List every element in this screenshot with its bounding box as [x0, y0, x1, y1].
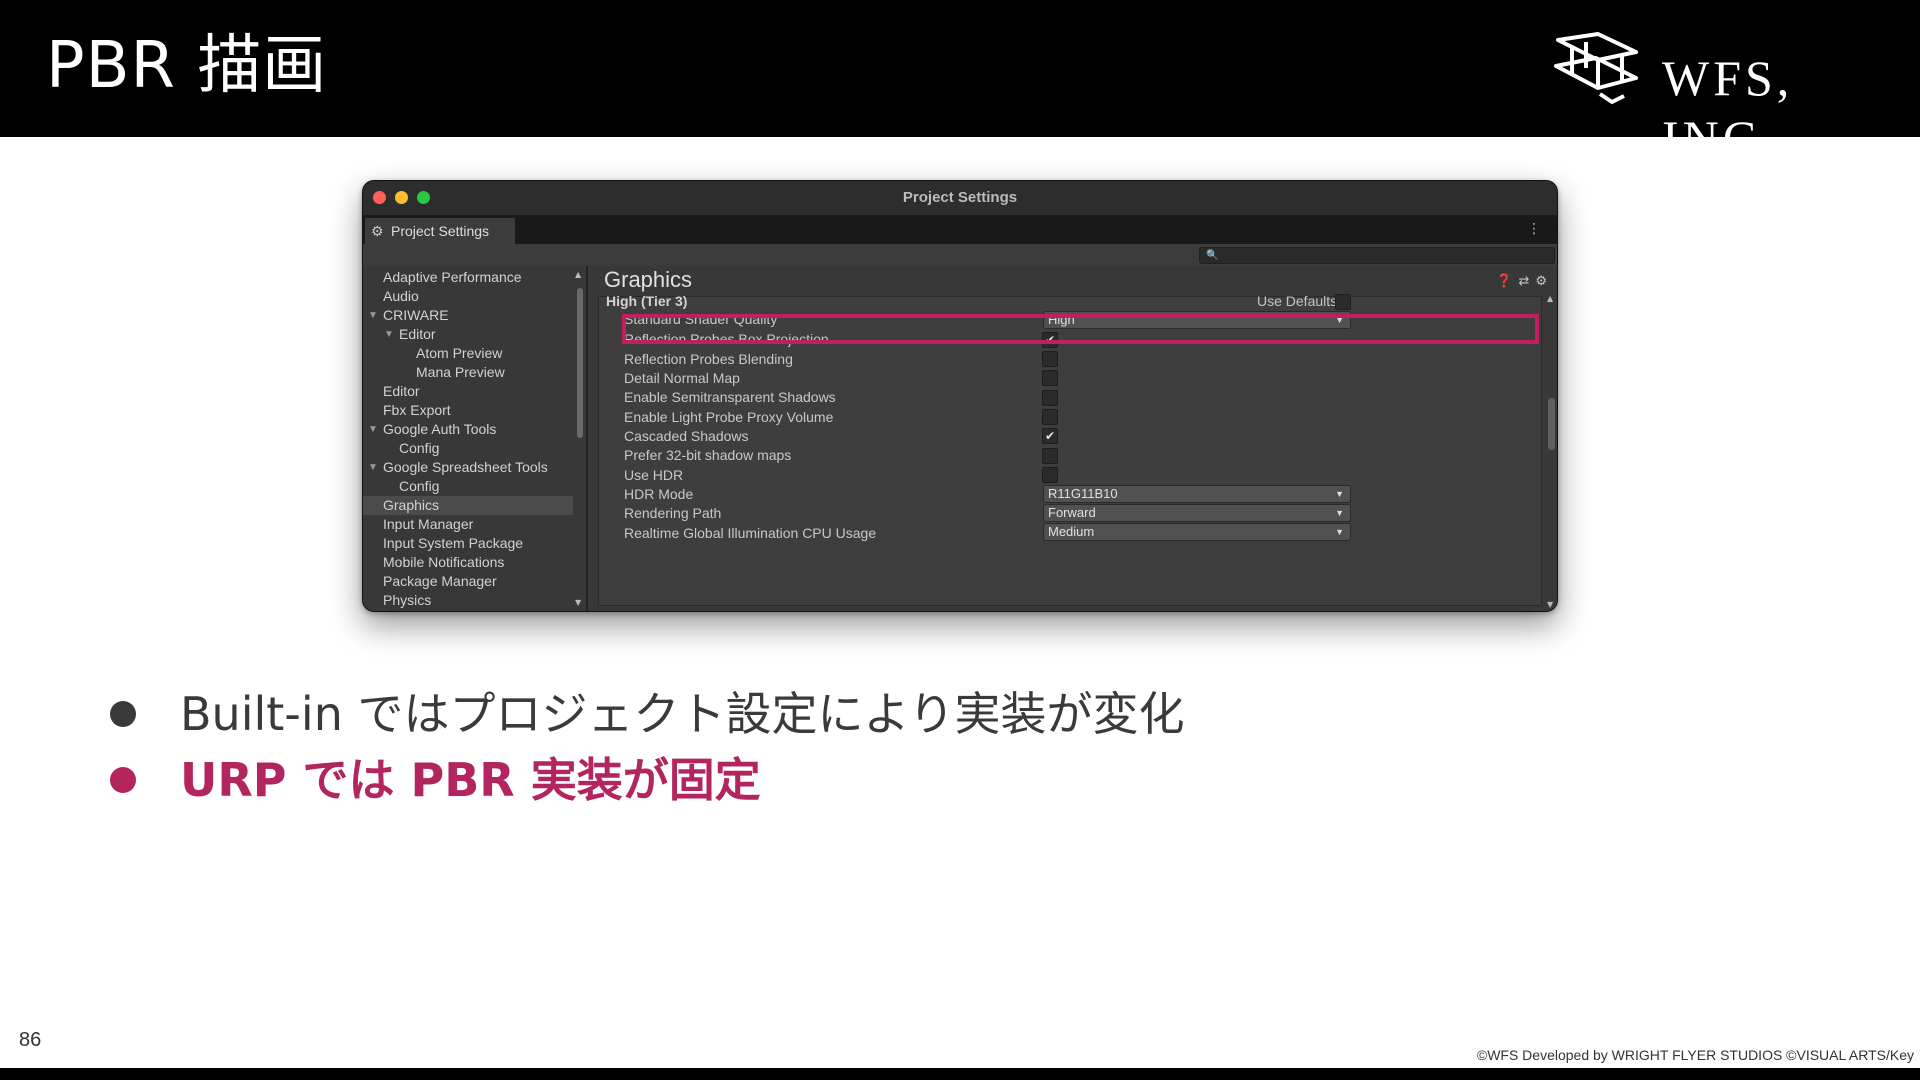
setting-label: Detail Normal Map	[624, 370, 740, 386]
window-title: Project Settings	[902, 189, 1018, 206]
tab-bar: ⚙ Project Settings	[363, 216, 1557, 244]
expand-arrow-icon[interactable]: ▼	[368, 458, 378, 477]
biplane-logo-icon	[1554, 32, 1638, 104]
sidebar-item-graphics[interactable]: Graphics	[363, 496, 573, 515]
sidebar-item-mobile-notifications[interactable]: Mobile Notifications	[363, 553, 573, 572]
settings-sidebar: Adaptive Performance Audio ▼ CRIWARE ▼ Edi…	[363, 266, 573, 611]
bullet-dot-icon	[110, 766, 136, 793]
expand-arrow-icon[interactable]: ▼	[368, 306, 378, 325]
setting-label: Enable Semitransparent Shadows	[624, 389, 836, 405]
tab-label: Project Settings	[391, 223, 490, 239]
tab-project-settings[interactable]: ⚙ Project Settings	[365, 218, 515, 244]
sidebar-item-editor[interactable]: Editor	[363, 382, 573, 401]
scroll-up-arrow-icon[interactable]: ▲	[1547, 294, 1553, 303]
realtime-gi-cpu-usage-dropdown[interactable]: Medium ▼	[1043, 523, 1351, 541]
gear-icon: ⚙	[371, 223, 384, 239]
preset-icon[interactable]: ⇄	[1518, 274, 1529, 289]
sidebar-scroll-thumb[interactable]	[577, 288, 583, 438]
sidebar-scrollbar[interactable]: ▲ ▼	[574, 270, 584, 607]
sidebar-item-google-spreadsheet-tools[interactable]: ▼ Google Spreadsheet Tools	[363, 458, 573, 477]
light-probe-proxy-volume-checkbox[interactable]	[1042, 409, 1058, 425]
footer-bar	[0, 1068, 1920, 1080]
sidebar-item-physics[interactable]: Physics	[363, 591, 573, 610]
sidebar-item-atom-preview[interactable]: Atom Preview	[363, 344, 573, 363]
expand-arrow-icon[interactable]: ▼	[368, 420, 378, 439]
content-scroll-thumb[interactable]	[1548, 398, 1555, 450]
detail-normal-map-checkbox[interactable]	[1042, 370, 1058, 386]
setting-label: HDR Mode	[624, 486, 694, 502]
sidebar-item-input-manager[interactable]: Input Manager	[363, 515, 573, 534]
rendering-path-dropdown[interactable]: Forward ▼	[1043, 504, 1351, 522]
scroll-down-arrow-icon[interactable]: ▼	[1547, 600, 1553, 609]
setting-label: Rendering Path	[624, 505, 722, 521]
use-defaults-label: Use Defaults	[1257, 293, 1338, 309]
dropdown-arrow-icon: ▼	[1335, 489, 1344, 499]
page-number: 86	[19, 1029, 42, 1051]
expand-arrow-icon[interactable]: ▼	[384, 325, 394, 344]
tier-label: High (Tier 3)	[606, 293, 688, 309]
copyright-notice: ©WFS Developed by WRIGHT FLYER STUDIOS ©…	[1476, 1047, 1914, 1063]
settings-gear-icon[interactable]: ⚙	[1535, 274, 1547, 289]
use-hdr-checkbox[interactable]	[1042, 467, 1058, 483]
dropdown-arrow-icon: ▼	[1335, 527, 1344, 537]
hdr-mode-dropdown[interactable]: R11G11B10 ▼	[1043, 485, 1351, 503]
cascaded-shadows-checkbox[interactable]: ✔	[1042, 428, 1058, 444]
more-options-icon[interactable]: ⋮	[1527, 220, 1541, 238]
setting-label: Realtime Global Illumination CPU Usage	[624, 525, 877, 541]
search-icon: 🔍	[1206, 250, 1219, 261]
sidebar-item-google-auth-config[interactable]: Config	[363, 439, 573, 458]
search-input[interactable]: 🔍	[1199, 247, 1555, 264]
setting-label: Reflection Probes Blending	[624, 351, 793, 367]
sidebar-item-google-spreadsheet-config[interactable]: Config	[363, 477, 573, 496]
sidebar-item-fbx-export[interactable]: Fbx Export	[363, 401, 573, 420]
sidebar-item-audio[interactable]: Audio	[363, 287, 573, 306]
scroll-down-arrow-icon[interactable]: ▼	[575, 598, 581, 607]
header-icons: ❓ ⇄ ⚙	[1490, 274, 1547, 289]
bullet-dot-icon	[110, 700, 136, 727]
bullet-item-highlight: URP では PBR 実装が固定	[110, 750, 761, 810]
brand-name: WFS, INC.	[1662, 50, 1794, 166]
use-defaults-checkbox[interactable]	[1335, 294, 1351, 310]
setting-label: Cascaded Shadows	[624, 428, 749, 444]
sidebar-item-google-auth-tools[interactable]: ▼ Google Auth Tools	[363, 420, 573, 439]
scroll-up-arrow-icon[interactable]: ▲	[575, 270, 581, 279]
help-icon[interactable]: ❓	[1496, 274, 1512, 289]
highlight-box	[622, 314, 1539, 344]
bullet-item: Built-in ではプロジェクト設定により実装が変化	[110, 684, 1185, 744]
content-scrollbar[interactable]: ▲ ▼	[1545, 294, 1557, 611]
sidebar-item-mana-preview[interactable]: Mana Preview	[363, 363, 573, 382]
reflection-probes-blending-checkbox[interactable]	[1042, 351, 1058, 367]
prefer-32bit-shadow-maps-checkbox[interactable]	[1042, 448, 1058, 464]
semitransparent-shadows-checkbox[interactable]	[1042, 390, 1058, 406]
project-settings-window: Project Settings ⚙ Project Settings ⋮ 🔍 …	[362, 180, 1558, 612]
sidebar-item-adaptive-performance[interactable]: Adaptive Performance	[363, 268, 573, 287]
sidebar-item-criware[interactable]: ▼ CRIWARE	[363, 306, 573, 325]
graphics-title: Graphics	[604, 267, 693, 292]
sidebar-item-package-manager[interactable]: Package Manager	[363, 572, 573, 591]
sidebar-item-criware-editor[interactable]: ▼ Editor	[363, 325, 573, 344]
slide-header: PBR 描画 WFS, INC.	[0, 0, 1920, 166]
dropdown-arrow-icon: ▼	[1335, 508, 1344, 518]
sidebar-item-input-system-package[interactable]: Input System Package	[363, 534, 573, 553]
window-titlebar: Project Settings	[363, 181, 1557, 216]
setting-label: Use HDR	[624, 467, 684, 483]
setting-label: Prefer 32-bit shadow maps	[624, 447, 792, 463]
setting-label: Enable Light Probe Proxy Volume	[624, 409, 834, 425]
slide-title: PBR 描画	[46, 29, 328, 103]
search-toolbar: 🔍	[363, 244, 1557, 266]
